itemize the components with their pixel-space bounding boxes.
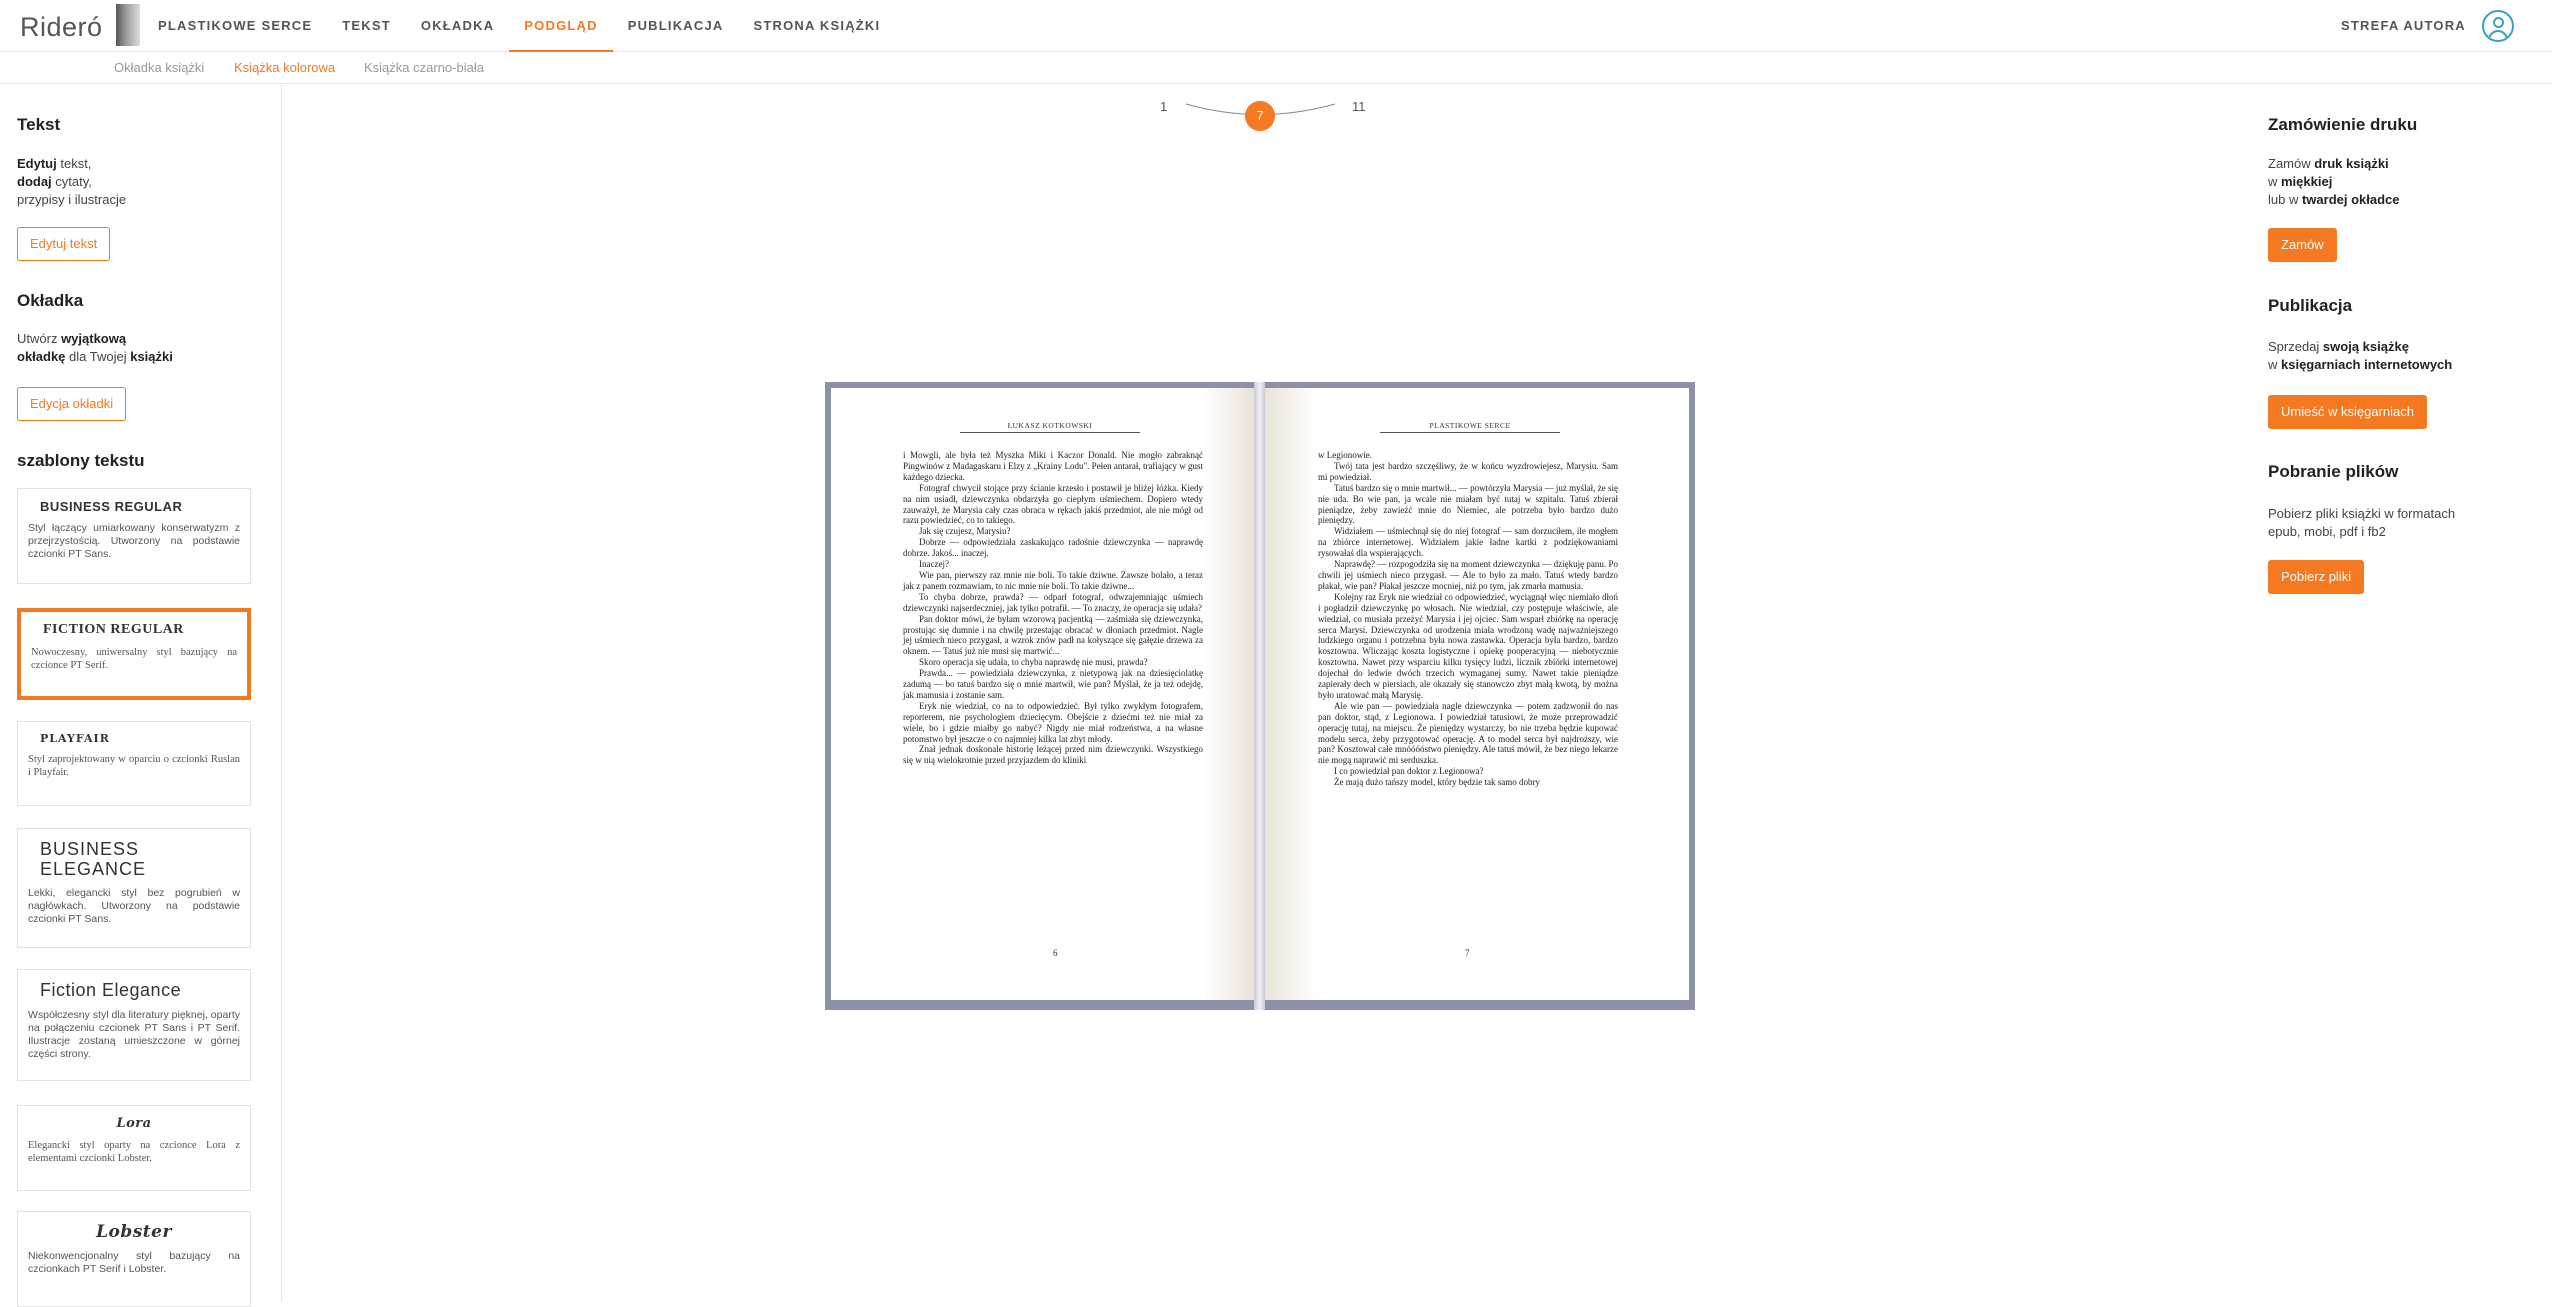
cover-section-title: Okładka xyxy=(17,291,84,310)
template-desc: Lekki, elegancki styl bez pogrubień w na… xyxy=(28,887,240,925)
edit-text-button[interactable]: Edytuj tekst xyxy=(17,227,111,261)
edit-cover-button[interactable]: Edycja okładki xyxy=(17,387,127,421)
template-fiction-elegance[interactable]: Fiction Elegance Współczesny styl dla li… xyxy=(17,969,251,1081)
subtab-cover[interactable]: Okładka książki xyxy=(114,60,204,75)
book-thumbnail-icon[interactable] xyxy=(116,4,140,46)
download-files-button[interactable]: Pobierz pliki xyxy=(2268,560,2365,594)
ridero-logo[interactable]: Rideró xyxy=(20,12,103,43)
paragraph: To chyba dobrze, prawda? — odparł fotogr… xyxy=(903,591,1203,613)
text-section-desc: Edytuj tekst, dodaj cytaty, przypisy i i… xyxy=(17,156,127,207)
pager-last-page[interactable]: 11 xyxy=(1352,99,1366,114)
left-page-number: 6 xyxy=(1053,948,1058,958)
paragraph: Tatuś bardzo się o mnie martwił... — pow… xyxy=(1318,482,1618,526)
pager-current-page[interactable]: 7 xyxy=(1245,101,1275,131)
publication-desc: Sprzedaj swoją książkę w księgarniach in… xyxy=(2268,339,2453,372)
left-running-head: ŁUKASZ KOTKOWSKI xyxy=(960,421,1140,433)
template-desc: Niekonwencjonalny styl bazujący na czcio… xyxy=(28,1250,240,1275)
publish-bookstores-button[interactable]: Umieść w księgarniach xyxy=(2268,395,2427,429)
user-avatar-icon[interactable] xyxy=(2482,10,2514,42)
main-nav: PLASTIKOWE SERCE TEKST OKŁADKA PODGLĄD P… xyxy=(143,0,895,52)
paragraph: Że mają dużo tańszy model, który będzie … xyxy=(1334,777,1540,788)
download-files-desc: Pobierz pliki książki w formatach epub, … xyxy=(2268,506,2456,539)
subtab-bw-book[interactable]: Książka czarno-biała xyxy=(364,60,484,75)
book-spread-preview: ŁUKASZ KOTKOWSKI i Mowgli, ale była też … xyxy=(825,382,1695,1010)
top-navigation-bar: Rideró PLASTIKOWE SERCE TEKST OKŁADKA PO… xyxy=(0,0,2552,52)
paragraph: Ale wie pan — powiedziała nagle dziewczy… xyxy=(1318,700,1618,766)
paragraph: Inaczej? xyxy=(919,559,949,570)
templates-title: szablony tekstu xyxy=(17,451,145,470)
paragraph: Wie pan, pierwszy raz mnie nie boli. To … xyxy=(903,569,1203,591)
paragraph: I co powiedział pan doktor z Legionowa? xyxy=(1334,766,1484,777)
right-page-number: 7 xyxy=(1465,948,1470,958)
template-desc: Styl zaprojektowany w oparciu o czcionki… xyxy=(28,754,240,778)
paragraph: Widziałem — uśmiechnął się do niej fotog… xyxy=(1318,526,1618,559)
publication-title: Publikacja xyxy=(2268,296,2353,315)
right-page-text: w Legionowie. Twój tata jest bardzo szcz… xyxy=(1318,450,1618,788)
template-desc: Elegancki styl oparty na czcionce Lora z… xyxy=(28,1140,240,1164)
template-name: BUSINESS ELEGANCE xyxy=(40,839,147,879)
paragraph: Twój tata jest bardzo szczęśliwy, że w k… xyxy=(1318,460,1618,482)
template-name: Lobster xyxy=(96,1222,172,1242)
template-name: Fiction Elegance xyxy=(40,980,182,1000)
nav-publikacja[interactable]: PUBLIKACJA xyxy=(613,0,739,52)
print-order-desc: Zamów druk książki w miękkiej lub w twar… xyxy=(2268,156,2400,207)
template-desc: Nowoczesny, uniwersalny styl bazujący na… xyxy=(31,647,237,671)
template-name: FICTION REGULAR xyxy=(43,622,184,637)
nav-okladka[interactable]: OKŁADKA xyxy=(406,0,509,52)
template-lora[interactable]: Lora Elegancki styl oparty na czcionce L… xyxy=(17,1105,251,1191)
nav-strona-ksiazki[interactable]: STRONA KSIĄŻKI xyxy=(739,0,896,52)
template-lobster[interactable]: Lobster Niekonwencjonalny styl bazujący … xyxy=(17,1211,251,1307)
paragraph: Znał jednak doskonale historię leżącej p… xyxy=(903,744,1203,766)
template-business-regular[interactable]: BUSINESS REGULAR Styl łączący umiarkowan… xyxy=(17,488,251,584)
paragraph: Prawda... — powiedziała dziewczynka, z n… xyxy=(903,668,1203,700)
paragraph: Pan doktor mówi, że byłam wzorową pacjen… xyxy=(903,613,1203,657)
template-name: PLAYFAIR xyxy=(40,732,110,745)
template-business-elegance[interactable]: BUSINESS ELEGANCE Lekki, elegancki styl … xyxy=(17,828,251,948)
right-page: PLASTIKOWE SERCE w Legionowie. Twój tata… xyxy=(1265,388,1689,1000)
left-page: ŁUKASZ KOTKOWSKI i Mowgli, ale była też … xyxy=(831,388,1254,1000)
paragraph: Jak się czujesz, Marysiu? xyxy=(919,526,1011,537)
subtab-color-book[interactable]: Książka kolorowa xyxy=(234,60,335,75)
paragraph: i Mowgli, ale była też Myszka Miki i Kac… xyxy=(903,450,1203,482)
download-files-title: Pobranie plików xyxy=(2268,462,2399,481)
nav-podglad[interactable]: PODGLĄD xyxy=(509,0,613,52)
left-page-text: i Mowgli, ale była też Myszka Miki i Kac… xyxy=(903,450,1203,766)
paragraph: Kolejny raz Eryk nie wiedział co odpowie… xyxy=(1318,591,1618,700)
paragraph: Eryk nie wiedział, co na to odpowiedzieć… xyxy=(903,700,1203,744)
page-slider[interactable]: 1 7 11 xyxy=(1150,95,1380,135)
order-print-button[interactable]: Zamów xyxy=(2268,228,2337,262)
template-desc: Współczesny styl dla literatury pięknej,… xyxy=(28,1009,240,1060)
paragraph: Skoro operacja się udała, to chyba napra… xyxy=(919,657,1148,668)
template-desc: Styl łączący umiarkowany konserwatyzm z … xyxy=(28,522,240,560)
print-order-title: Zamówienie druku xyxy=(2268,115,2418,134)
nav-tekst[interactable]: TEKST xyxy=(327,0,406,52)
author-zone-link[interactable]: STREFA AUTORA xyxy=(2341,0,2466,52)
paragraph: Naprawdę? — rozpogodziła się na moment d… xyxy=(1318,559,1618,591)
right-running-head: PLASTIKOWE SERCE xyxy=(1380,421,1560,433)
text-section-title: Tekst xyxy=(17,115,61,134)
pager-first-page[interactable]: 1 xyxy=(1160,99,1167,114)
template-fiction-regular[interactable]: FICTION REGULAR Nowoczesny, uniwersalny … xyxy=(17,608,251,700)
template-name: BUSINESS REGULAR xyxy=(40,499,183,514)
paragraph: w Legionowie. xyxy=(1318,450,1372,460)
cover-section-desc: Utwórz wyjątkową okładkę dla Twojej ksią… xyxy=(17,331,173,364)
preview-subnav: Okładka książki Książka kolorowa Książka… xyxy=(0,52,2552,84)
template-name: Lora xyxy=(116,1116,152,1131)
book-spine xyxy=(1254,382,1265,1010)
paragraph: Dobrze — odpowiedziała zaskakująco radoś… xyxy=(903,537,1203,559)
left-sidebar: Tekst Edytuj tekst, dodaj cytaty, przypi… xyxy=(0,85,282,1307)
nav-book-title[interactable]: PLASTIKOWE SERCE xyxy=(143,0,327,52)
paragraph: Fotograf chwycił stojące przy ścianie kr… xyxy=(903,482,1203,526)
template-playfair[interactable]: PLAYFAIR Styl zaprojektowany w oparciu o… xyxy=(17,721,251,806)
